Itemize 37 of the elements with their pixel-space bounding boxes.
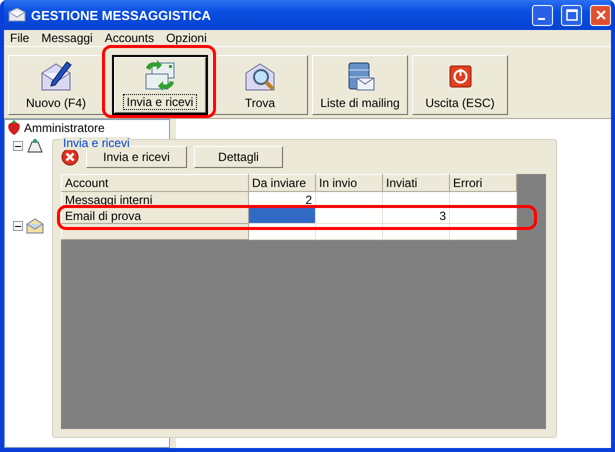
- envelope-icon: [8, 8, 26, 22]
- panel-title: Invia e ricevi: [62, 137, 131, 150]
- envelope-pen-icon: [39, 61, 73, 93]
- maximize-button[interactable]: [561, 4, 582, 26]
- panel-button[interactable]: Invia e ricevi: [86, 146, 187, 168]
- close-icon: [594, 9, 606, 21]
- column-header[interactable]: In invio: [316, 174, 382, 192]
- toolbar-button[interactable]: Invia e ricevi: [112, 55, 208, 115]
- toolbar-button[interactable]: Trova: [212, 55, 308, 115]
- tree-item[interactable]: Amministratore: [24, 121, 105, 135]
- menu-item[interactable]: Accounts: [104, 31, 154, 45]
- close-button[interactable]: [590, 4, 611, 26]
- envelope-magnifier-icon: [243, 61, 277, 93]
- table-cell: 3: [382, 208, 450, 224]
- strawberry-icon: [7, 120, 21, 136]
- maximize-icon: [566, 9, 578, 21]
- window-title: GESTIONE MESSAGGISTICA: [31, 8, 212, 22]
- collapse-icon[interactable]: [13, 221, 23, 231]
- menu-item[interactable]: Opzioni: [166, 31, 207, 45]
- close-icon[interactable]: [61, 148, 79, 166]
- bell-icon: [26, 138, 44, 154]
- row-header-cell: Email di prova: [62, 208, 248, 224]
- minimize-icon: [538, 18, 544, 20]
- toolbar-button[interactable]: Uscita (ESC): [412, 55, 508, 115]
- envelope-arrows-icon: [143, 60, 177, 92]
- column-header[interactable]: Errori: [450, 174, 516, 192]
- envelope-icon: [26, 218, 44, 234]
- column-header[interactable]: Account: [62, 174, 248, 192]
- toolbar-button[interactable]: Liste di mailing: [312, 55, 408, 115]
- collapse-icon[interactable]: [13, 141, 23, 151]
- column-header[interactable]: Inviati: [382, 174, 450, 192]
- toolbar-button[interactable]: Nuovo (F4): [8, 55, 104, 115]
- panel-button[interactable]: Dettagli: [194, 146, 283, 168]
- menu-item[interactable]: Messaggi: [41, 31, 93, 45]
- menu-item[interactable]: File: [10, 31, 30, 45]
- minimize-button[interactable]: [532, 4, 553, 26]
- column-header[interactable]: Da inviare: [248, 174, 316, 192]
